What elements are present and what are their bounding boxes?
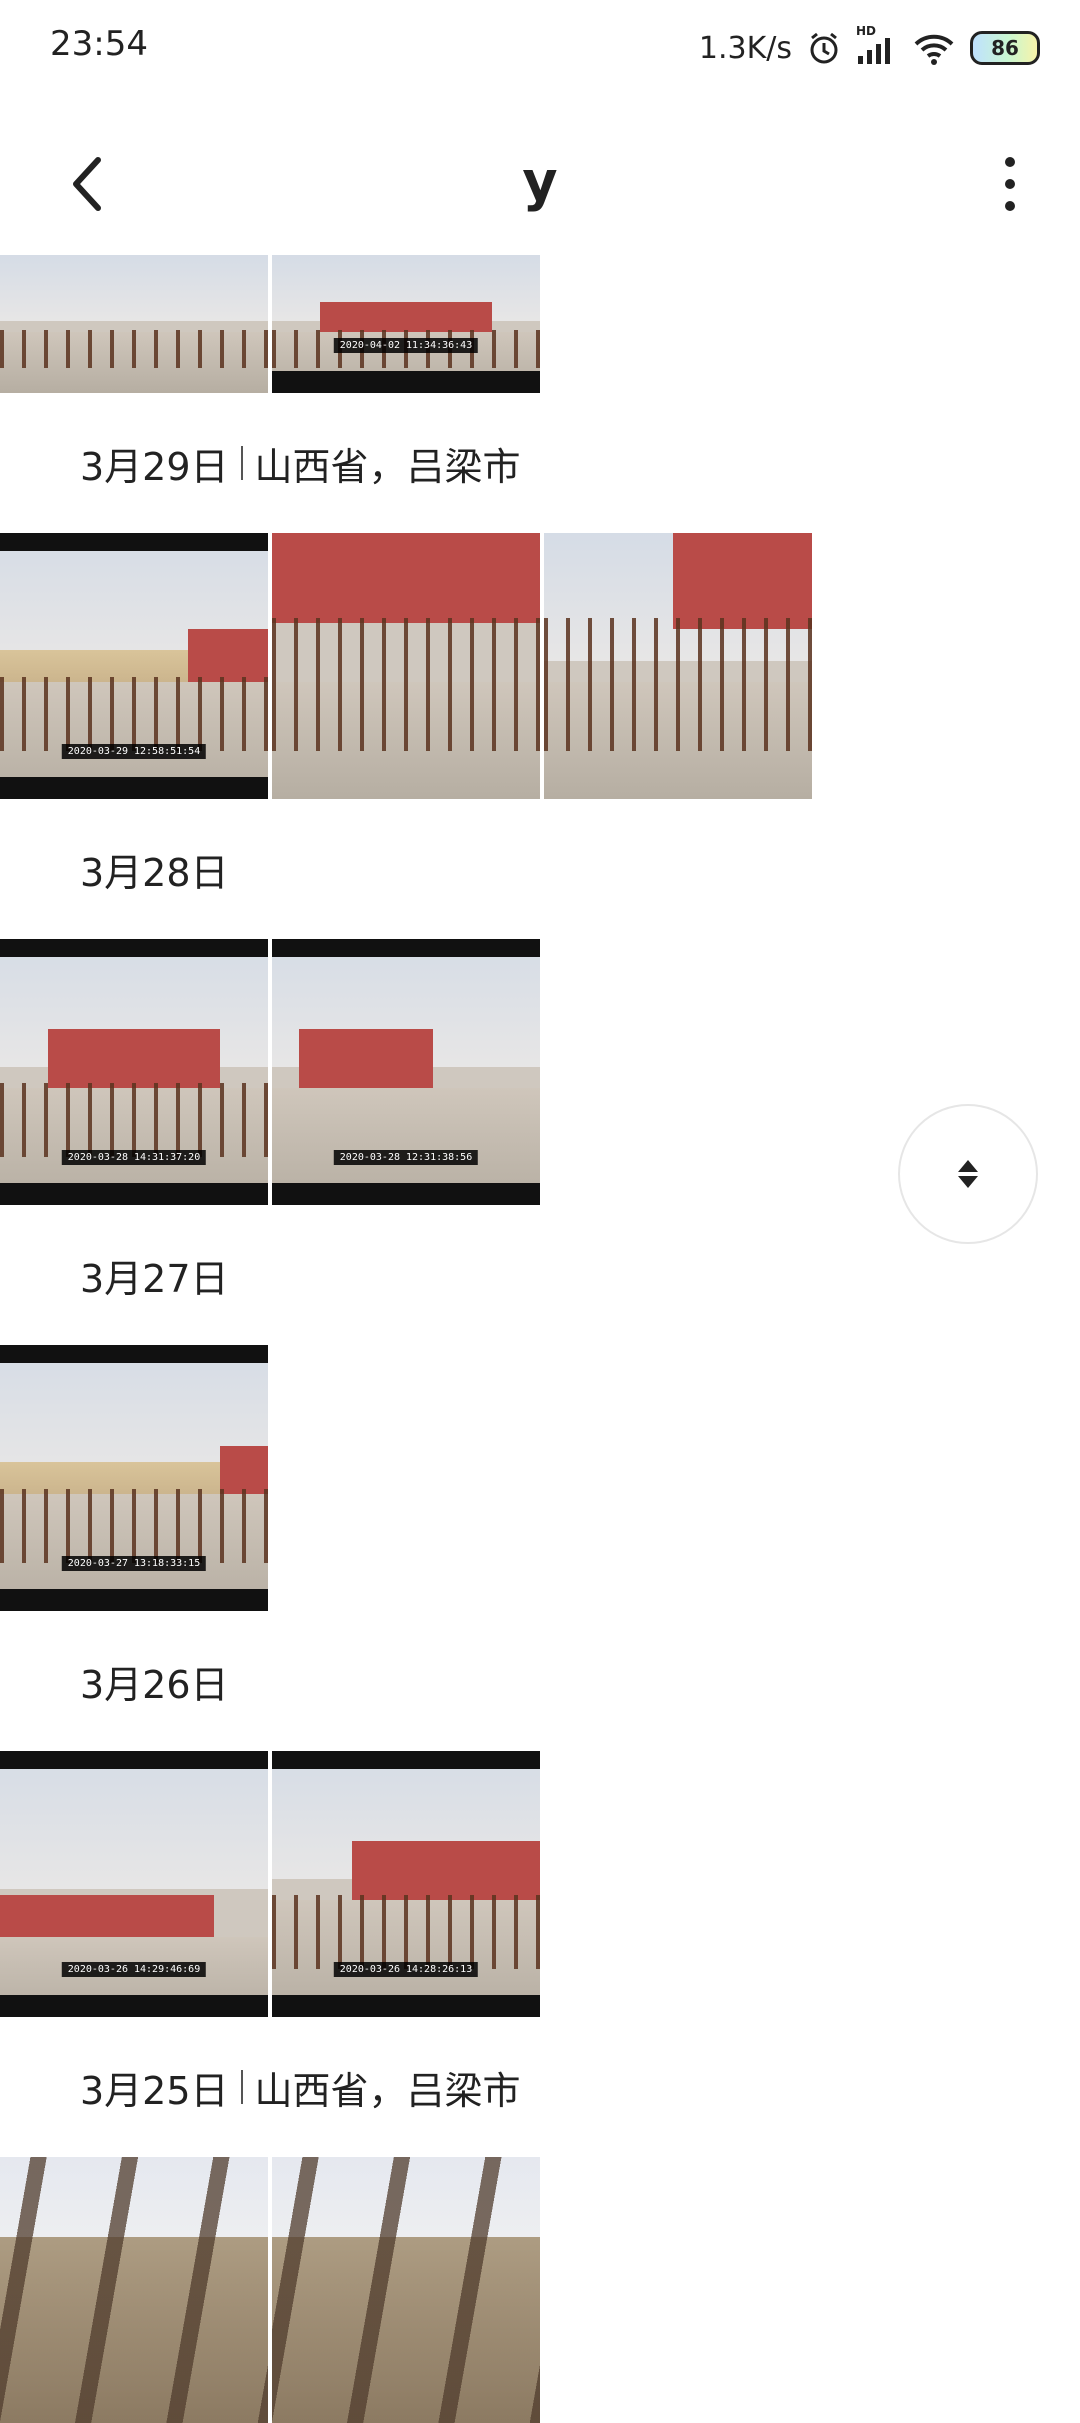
photo-thumbnail[interactable]: 2020-04-02 11:34:36:43 xyxy=(272,255,540,393)
fast-scroll-button[interactable] xyxy=(898,1104,1038,1244)
divider xyxy=(240,446,243,480)
photo-timestamp: 2020-04-02 11:34:36:43 xyxy=(333,338,479,353)
date-label: 3月29日 xyxy=(80,444,229,489)
location-label: 山西省，吕梁市 xyxy=(254,444,521,489)
photo-thumbnail[interactable] xyxy=(0,2157,268,2423)
date-header: 3月27日 xyxy=(0,1205,1080,1345)
date-header: 3月29日 山西省，吕梁市 xyxy=(0,393,1080,533)
photo-row: 2020-03-29 12:58:51:54 xyxy=(0,533,1080,799)
wifi-icon xyxy=(912,30,956,66)
photo-row: 2020-03-26 14:29:46:69 2020-03-26 14:28:… xyxy=(0,1751,1080,2017)
photo-timestamp: 2020-03-28 14:31:37:20 xyxy=(61,1150,207,1165)
status-time: 23:54 xyxy=(50,24,148,64)
photo-gallery[interactable]: 2020-04-02 11:34:36:43 3月29日 山西省，吕梁市 202… xyxy=(0,255,1080,2423)
battery-icon: 86 xyxy=(970,31,1040,65)
divider xyxy=(240,2070,243,2104)
photo-thumbnail[interactable]: 2020-03-27 13:18:33:15 xyxy=(0,1345,268,1611)
date-label: 3月25日 xyxy=(80,2068,229,2113)
photo-thumbnail[interactable]: 2020-03-28 14:31:37:20 xyxy=(0,939,268,1205)
photo-thumbnail[interactable] xyxy=(272,533,540,799)
photo-row xyxy=(0,2157,1080,2423)
date-header: 3月28日 xyxy=(0,799,1080,939)
photo-thumbnail[interactable]: 2020-03-26 14:29:46:69 xyxy=(0,1751,268,2017)
photo-timestamp: 2020-03-26 14:29:46:69 xyxy=(61,1962,207,1977)
album-title: y xyxy=(522,150,558,213)
photo-thumbnail[interactable] xyxy=(0,255,268,393)
battery-level: 86 xyxy=(991,36,1019,60)
photo-timestamp: 2020-03-27 13:18:33:15 xyxy=(61,1556,207,1571)
app-bar: y xyxy=(0,120,1080,240)
photo-timestamp: 2020-03-28 12:31:38:56 xyxy=(333,1150,479,1165)
more-vertical-icon xyxy=(1005,157,1015,211)
photo-timestamp: 2020-03-26 14:28:26:13 xyxy=(333,1962,479,1977)
alarm-icon xyxy=(806,30,842,66)
photo-thumbnail[interactable]: 2020-03-26 14:28:26:13 xyxy=(272,1751,540,2017)
location-label: 山西省，吕梁市 xyxy=(254,2068,521,2113)
date-header: 3月26日 xyxy=(0,1611,1080,1751)
date-label: 3月27日 xyxy=(80,1256,229,1301)
status-icons: 1.3K/s HD 86 xyxy=(699,22,1040,74)
photo-timestamp: 2020-03-29 12:58:51:54 xyxy=(61,744,207,759)
photo-thumbnail[interactable]: 2020-03-28 12:31:38:56 xyxy=(272,939,540,1205)
photo-thumbnail[interactable] xyxy=(272,2157,540,2423)
date-label: 3月28日 xyxy=(80,850,229,895)
photo-thumbnail[interactable]: 2020-03-29 12:58:51:54 xyxy=(0,533,268,799)
more-options-button[interactable] xyxy=(980,144,1040,224)
fast-scroll-icon xyxy=(958,1160,978,1188)
date-header: 3月25日 山西省，吕梁市 xyxy=(0,2017,1080,2157)
network-speed: 1.3K/s xyxy=(698,30,792,66)
status-bar: 23:54 1.3K/s HD 86 xyxy=(0,0,1080,96)
photo-thumbnail[interactable] xyxy=(544,533,812,799)
hd-label: HD xyxy=(856,24,877,38)
photo-row: 2020-04-02 11:34:36:43 xyxy=(0,255,1080,393)
date-label: 3月26日 xyxy=(80,1662,229,1707)
photo-row: 2020-03-27 13:18:33:15 xyxy=(0,1345,1080,1611)
signal-icon: HD xyxy=(856,24,898,66)
